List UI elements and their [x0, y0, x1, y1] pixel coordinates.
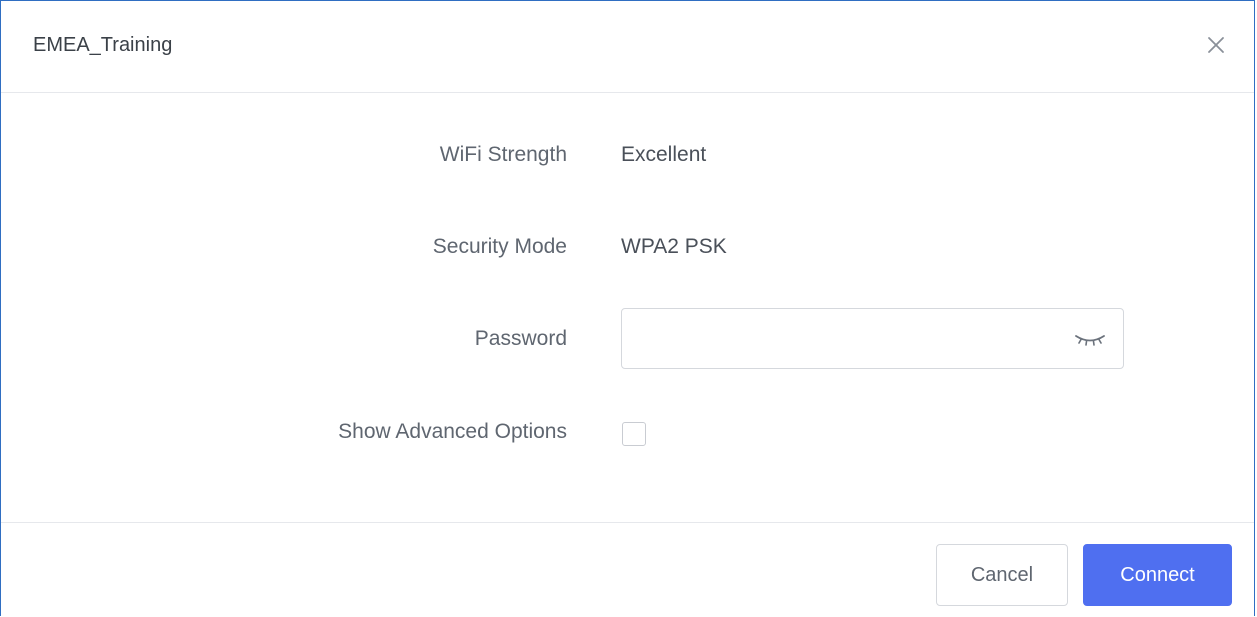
wifi-strength-label: WiFi Strength [439, 143, 567, 166]
advanced-options-checkbox[interactable] [622, 422, 646, 446]
password-field [621, 308, 1124, 369]
close-icon[interactable] [1204, 33, 1228, 57]
dialog-footer: Cancel Connect [1, 522, 1254, 617]
connect-button[interactable]: Connect [1083, 544, 1232, 606]
eye-closed-icon[interactable] [1073, 331, 1107, 347]
password-label: Password [474, 327, 567, 350]
dialog-header: EMEA_Training [1, 1, 1254, 93]
password-input[interactable] [634, 309, 1068, 368]
security-mode-label: Security Mode [432, 235, 567, 258]
advanced-options-label: Show Advanced Options [338, 420, 567, 443]
wifi-strength-value: Excellent [621, 143, 707, 166]
security-mode-value: WPA2 PSK [621, 235, 727, 258]
wifi-connect-dialog: EMEA_Training WiFi Strength Excellent Se… [0, 0, 1255, 616]
dialog-title: EMEA_Training [33, 34, 173, 56]
cancel-button[interactable]: Cancel [936, 544, 1068, 606]
